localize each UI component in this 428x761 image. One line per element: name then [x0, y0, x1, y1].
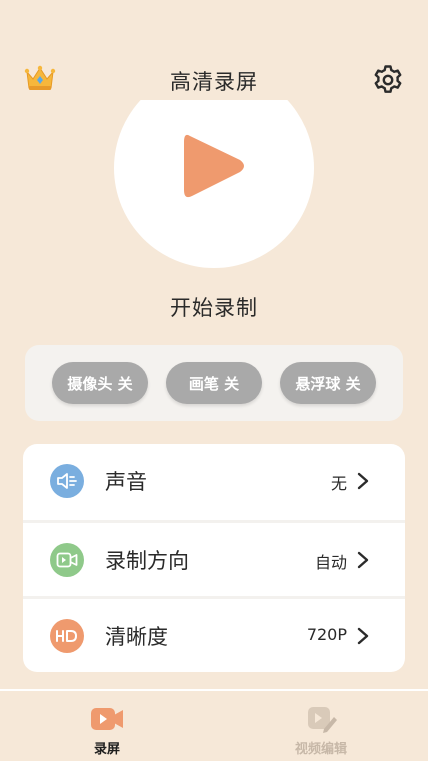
setting-row-resolution[interactable]: 清晰度 720P — [23, 596, 405, 672]
camera-toggle[interactable]: 摄像头 关 — [52, 362, 148, 404]
speaker-icon — [50, 464, 84, 498]
video-camera-icon — [91, 708, 123, 730]
floating-ball-toggle[interactable]: 悬浮球 关 — [280, 362, 376, 404]
setting-label-orientation: 录制方向 — [105, 549, 189, 573]
setting-row-sound[interactable]: 声音 无 — [23, 444, 405, 520]
page-title: 高清录屏 — [170, 70, 258, 94]
video-icon — [50, 543, 84, 577]
play-icon[interactable] — [182, 130, 248, 202]
setting-row-orientation[interactable]: 录制方向 自动 — [23, 520, 405, 596]
bottom-nav: 录屏 视频编辑 — [0, 689, 428, 761]
header: 高清录屏 — [0, 56, 428, 106]
nav-item-record[interactable]: 录屏 — [62, 705, 152, 761]
nav-item-edit[interactable]: 视频编辑 — [276, 705, 366, 761]
start-recording-label[interactable]: 开始录制 — [0, 292, 428, 322]
hd-icon — [50, 619, 84, 653]
setting-value-resolution: 720P — [306, 625, 347, 644]
setting-value-orientation: 自动 — [314, 553, 347, 572]
gear-icon[interactable] — [372, 64, 404, 96]
nav-label-record: 录屏 — [93, 742, 120, 757]
chevron-right-icon — [357, 472, 369, 490]
setting-value-sound: 无 — [330, 474, 347, 493]
screen: 高清录屏 开始录制 摄像头 关 画笔 关 悬浮球 关 声音 无 录制方向 自动 … — [0, 0, 428, 761]
nav-label-edit: 视频编辑 — [294, 742, 347, 757]
chevron-right-icon — [357, 551, 369, 569]
pen-toggle[interactable]: 画笔 关 — [166, 362, 262, 404]
setting-label-sound: 声音 — [105, 470, 147, 494]
edit-video-icon — [308, 707, 337, 733]
setting-label-resolution: 清晰度 — [105, 625, 168, 649]
settings-card: 声音 无 录制方向 自动 清晰度 720P — [23, 444, 405, 672]
chevron-right-icon — [357, 627, 369, 645]
toggle-panel: 摄像头 关 画笔 关 悬浮球 关 — [25, 345, 403, 421]
